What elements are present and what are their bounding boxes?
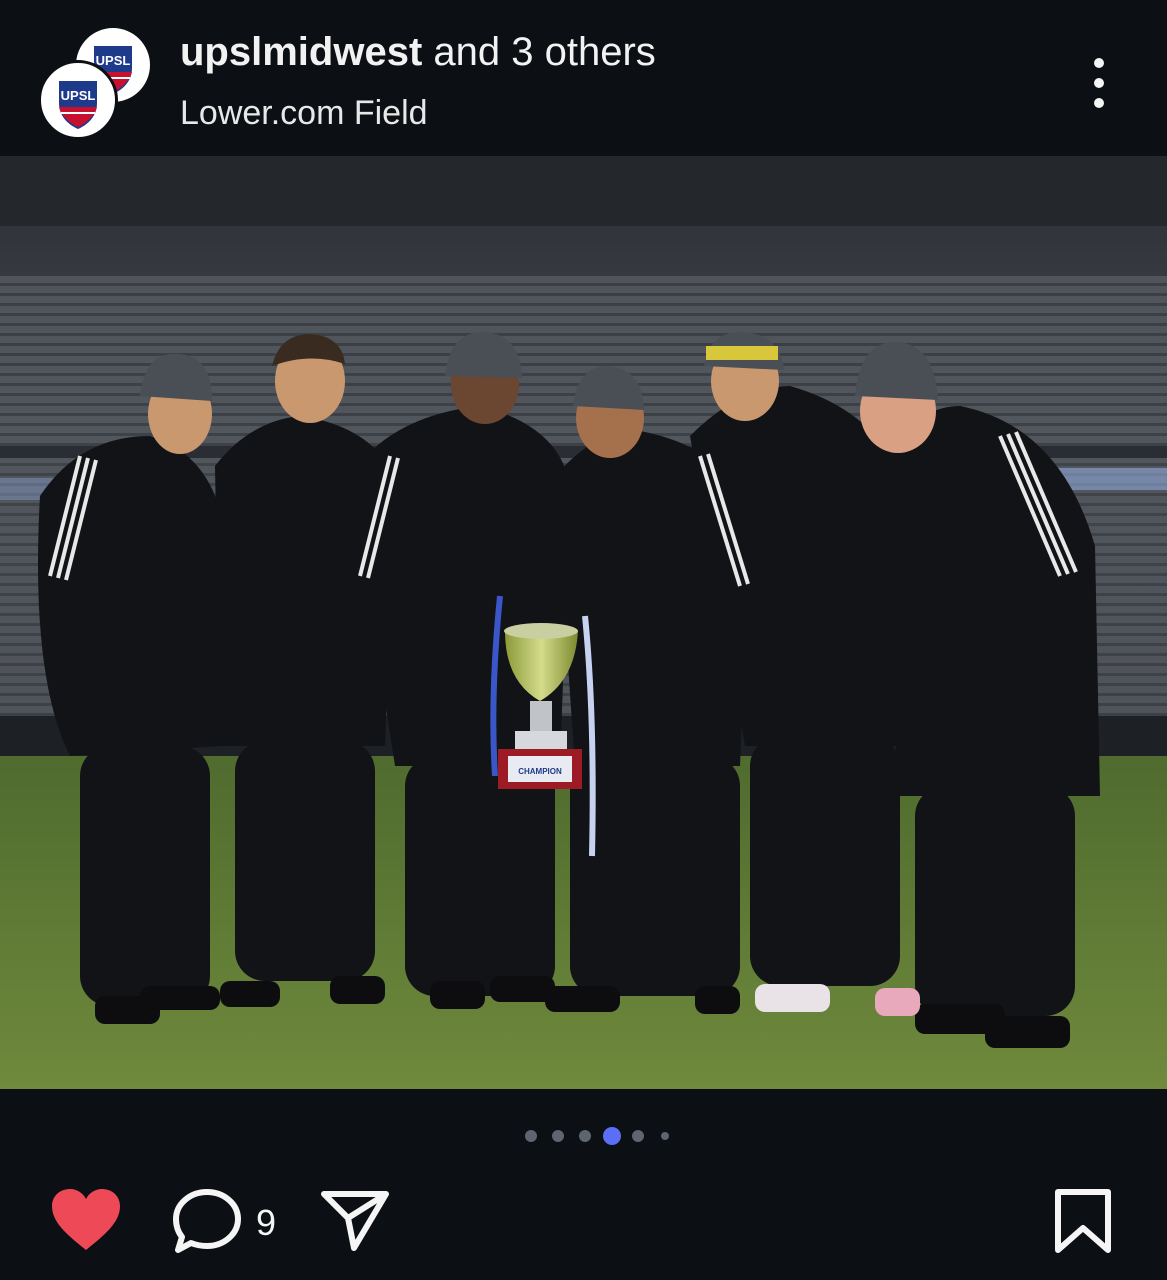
location-link[interactable]: Lower.com Field xyxy=(180,94,428,133)
carousel-indicator xyxy=(0,1124,1167,1148)
avatar[interactable]: UPSL xyxy=(38,60,118,140)
heart-icon[interactable] xyxy=(50,1188,122,1257)
account-name[interactable]: upslmidwest xyxy=(180,30,422,74)
carousel-dot xyxy=(632,1130,644,1142)
carousel-dot xyxy=(661,1132,669,1140)
bookmark-icon[interactable] xyxy=(1054,1188,1112,1259)
avatar-stack[interactable]: UPSL UPSL xyxy=(36,24,156,144)
carousel-dot xyxy=(525,1130,537,1142)
post-title[interactable]: upslmidwest and 3 others xyxy=(180,30,656,75)
carousel-dot xyxy=(552,1130,564,1142)
team-photo: CHAMPION xyxy=(0,156,1167,1089)
carousel-dot xyxy=(579,1130,591,1142)
share-icon[interactable] xyxy=(320,1188,390,1259)
post-photo[interactable]: CHAMPION xyxy=(0,156,1167,1089)
upsl-logo: UPSL xyxy=(42,64,114,136)
more-icon[interactable] xyxy=(1080,54,1120,114)
coauthor-text[interactable]: and 3 others xyxy=(422,30,655,74)
post-header: UPSL UPSL upslmidwest and 3 others Lower… xyxy=(0,0,1167,156)
svg-text:CHAMPION: CHAMPION xyxy=(518,767,562,776)
carousel-dot-active xyxy=(603,1127,621,1145)
comment-icon[interactable] xyxy=(172,1188,242,1259)
comment-count: 9 xyxy=(256,1202,277,1243)
svg-text:UPSL: UPSL xyxy=(61,88,96,103)
